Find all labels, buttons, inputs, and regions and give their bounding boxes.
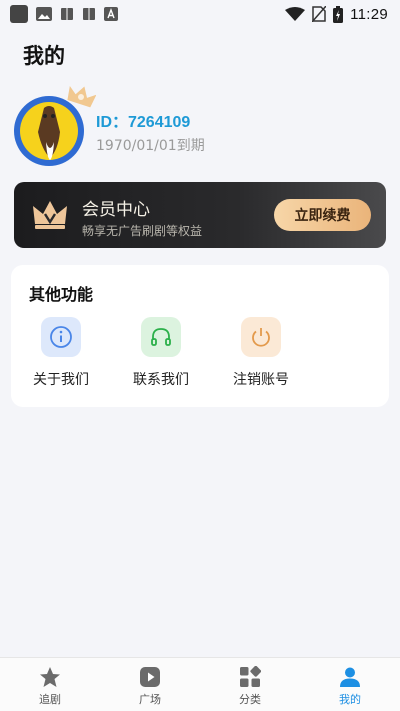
member-center-card[interactable]: 会员中心 畅享无广告刷剧等权益 立即续费 [14, 182, 386, 248]
about-us-button[interactable]: 关于我们 [21, 317, 101, 389]
delete-account-button[interactable]: 注销账号 [221, 317, 301, 389]
contact-us-label: 联系我们 [133, 372, 189, 388]
contact-us-button[interactable]: 联系我们 [121, 317, 201, 389]
info-icon [50, 326, 72, 348]
delete-account-label: 注销账号 [233, 372, 289, 388]
vip-crown-icon [67, 86, 96, 108]
tab-square[interactable]: 广场 [100, 658, 200, 711]
tab-mine[interactable]: 我的 [300, 658, 400, 711]
bottom-nav: 追剧 广场 分类 我的 [0, 657, 400, 711]
image-icon [36, 7, 52, 21]
notification-icons [10, 5, 118, 23]
app-notification-icon [10, 5, 28, 23]
user-icon [340, 667, 360, 687]
star-icon [40, 667, 60, 687]
tab-follow-label: 追剧 [39, 693, 61, 706]
headphones-icon [151, 328, 171, 346]
power-icon [252, 328, 270, 347]
member-center-subtitle: 畅享无广告刷剧等权益 [82, 224, 203, 238]
membership-expiry: 1970/01/01到期 [96, 138, 205, 154]
tab-square-label: 广场 [139, 693, 161, 706]
tab-follow[interactable]: 追剧 [0, 658, 100, 711]
book-icon [83, 8, 95, 20]
section-title: 其他功能 [29, 285, 94, 304]
no-sim-icon [312, 6, 327, 22]
font-icon [104, 7, 118, 21]
page-title: 我的 [23, 44, 65, 68]
user-id: ID：7264109 [96, 114, 191, 131]
tab-category-label: 分类 [239, 693, 261, 706]
about-us-label: 关于我们 [33, 372, 89, 388]
member-center-title: 会员中心 [82, 200, 150, 220]
other-functions-card: 其他功能 关于我们 联系我们 注销账号 [11, 265, 389, 407]
status-bar: 11:29 [0, 0, 400, 28]
avatar-image [20, 102, 78, 160]
battery-charging-icon [333, 5, 344, 23]
renew-button[interactable]: 立即续费 [274, 199, 371, 231]
avatar[interactable] [14, 86, 96, 168]
vip-crown-icon [33, 201, 67, 229]
system-icons: 11:29 [285, 5, 388, 23]
play-icon [140, 667, 160, 687]
clock: 11:29 [350, 5, 388, 23]
book-icon [61, 8, 73, 20]
tab-mine-label: 我的 [339, 693, 361, 706]
category-icon [240, 666, 261, 687]
wifi-icon [285, 7, 306, 21]
tab-category[interactable]: 分类 [200, 658, 300, 711]
